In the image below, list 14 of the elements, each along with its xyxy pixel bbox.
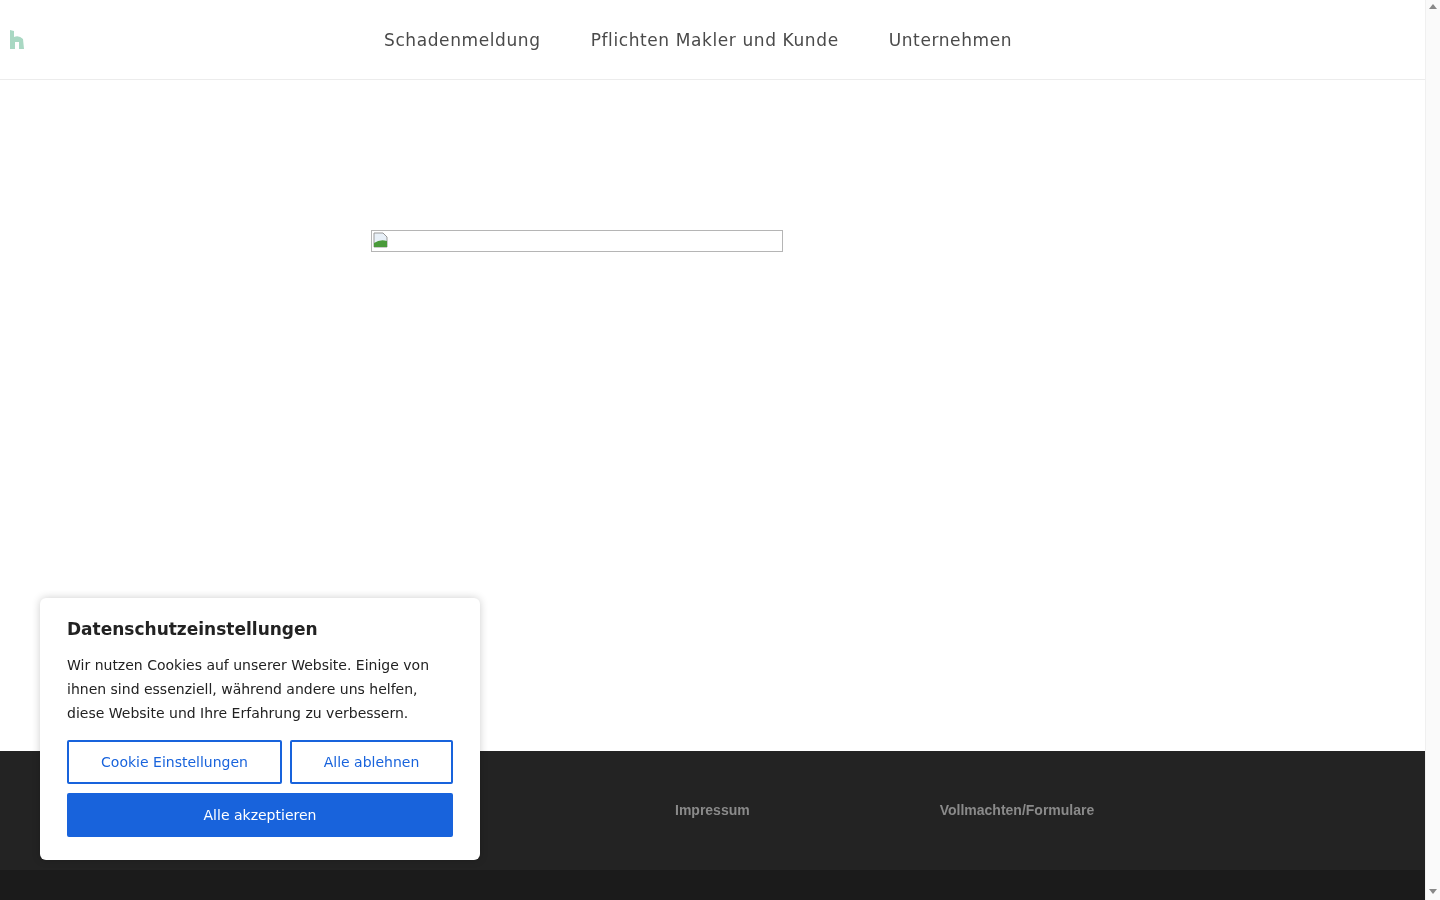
nav-link[interactable]: Pflichten Makler und Kunde (590, 29, 839, 50)
broken-image-icon (373, 232, 389, 248)
outline-button[interactable]: Cookie Einstellungen (67, 740, 282, 784)
scroll-up-icon[interactable] (1429, 4, 1437, 9)
dialog-title: Datenschutzeinstellungen (67, 619, 319, 639)
scroll-down-icon[interactable] (1429, 889, 1437, 894)
nav-link[interactable]: Schadenmeldung (384, 29, 541, 50)
accept-button[interactable]: Alle akzeptieren (67, 793, 453, 837)
dialog-text: Wir nutzen Cookies auf unserer Website. Einige von ihnen sind essenziell, während andere uns helfen, diese Website und Ihre Erfahrung zu verbessern. (67, 656, 431, 723)
footer-link[interactable]: Vollmachten/Formulare (939, 801, 1095, 818)
footer-link[interactable]: Impressum (675, 801, 750, 818)
nav-link[interactable]: Unternehmen (888, 29, 1013, 50)
outline-button[interactable]: Alle ablehnen (290, 740, 453, 784)
scrollbar[interactable] (1425, 0, 1440, 900)
